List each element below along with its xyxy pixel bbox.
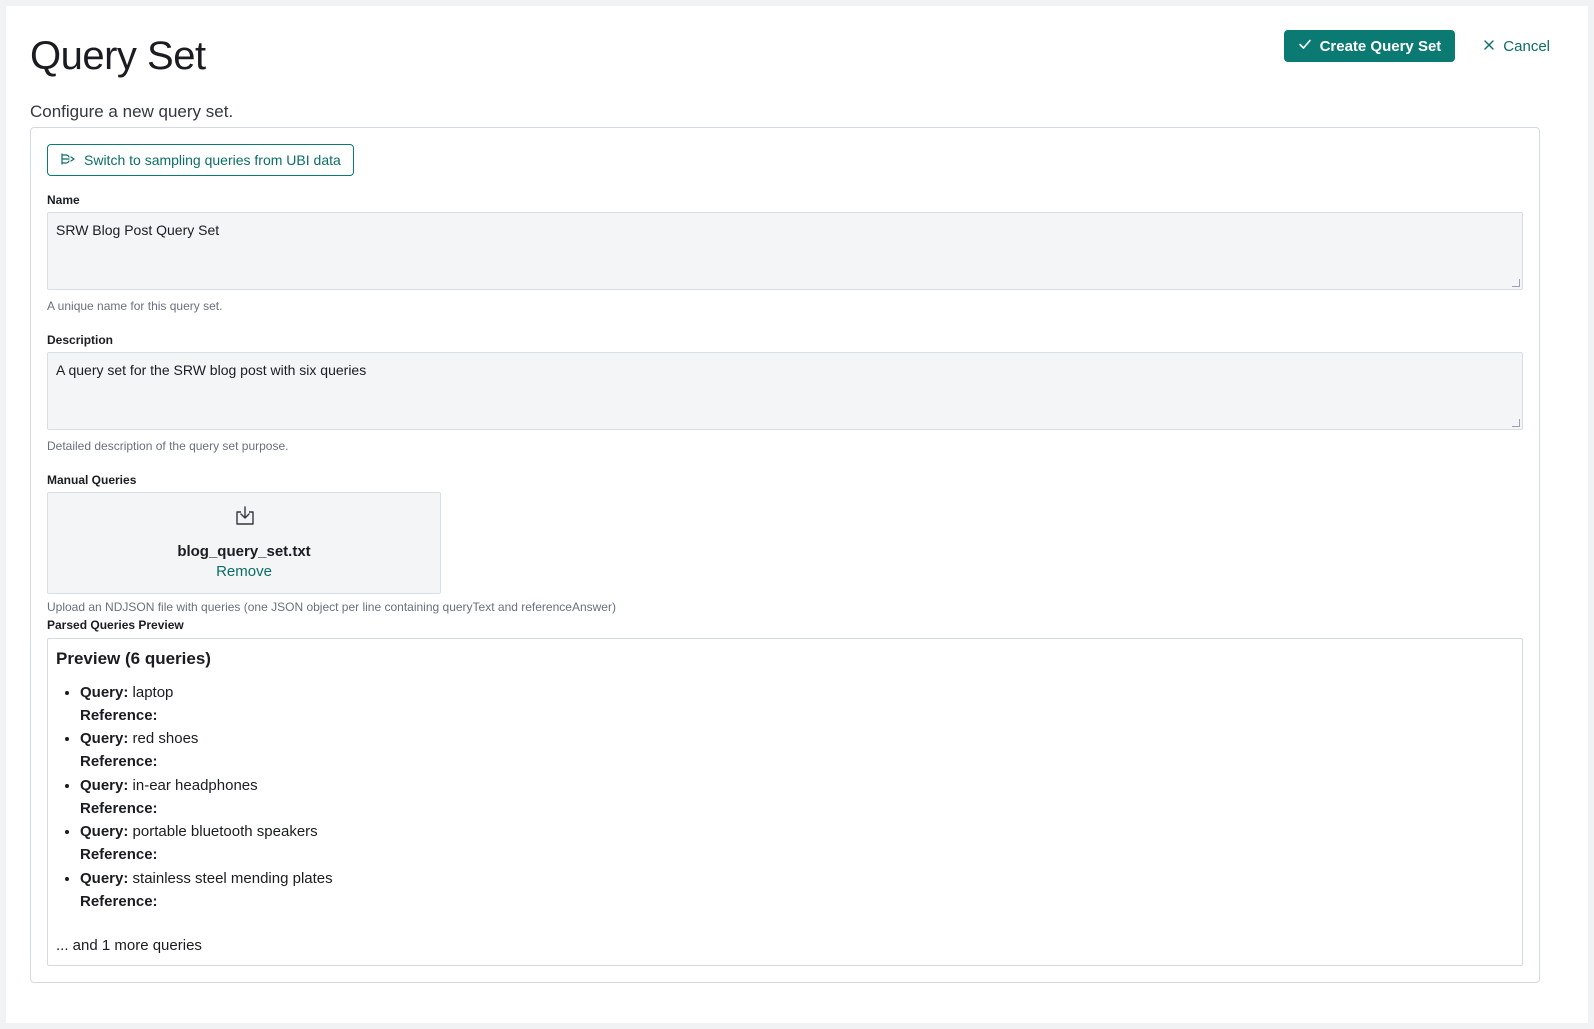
close-icon <box>1483 38 1495 55</box>
upload-help-text: Upload an NDJSON file with queries (one … <box>47 600 616 614</box>
name-label: Name <box>47 193 80 207</box>
create-query-set-button[interactable]: Create Query Set <box>1283 30 1456 62</box>
uploaded-file-name: blog_query_set.txt <box>177 543 311 560</box>
parsed-queries-preview: Preview (6 queries) Query: laptopReferen… <box>47 638 1523 966</box>
query-set-form-panel: Switch to sampling queries from UBI data… <box>30 127 1540 983</box>
file-dropzone[interactable]: blog_query_set.txt Remove <box>47 492 441 594</box>
list-item: Query: stainless steel mending platesRef… <box>80 867 656 913</box>
query-list: Query: laptopReference: Query: red shoes… <box>56 681 656 913</box>
list-item: Query: portable bluetooth speakersRefere… <box>80 820 656 866</box>
resize-handle[interactable] <box>1512 419 1520 427</box>
header-actions: Create Query Set Cancel <box>1283 30 1558 62</box>
manual-queries-label: Manual Queries <box>47 473 137 487</box>
list-item: Query: laptopReference: <box>80 681 656 727</box>
cancel-button[interactable]: Cancel <box>1475 30 1558 62</box>
description-help-text: Detailed description of the query set pu… <box>47 439 289 453</box>
preview-title: Preview (6 queries) <box>56 649 211 668</box>
page-subtitle: Configure a new query set. <box>30 102 234 121</box>
branch-icon <box>60 152 76 169</box>
name-value: SRW Blog Post Query Set <box>56 222 220 238</box>
more-queries-text: ... and 1 more queries <box>56 937 202 954</box>
description-label: Description <box>47 333 114 347</box>
parsed-queries-label: Parsed Queries Preview <box>47 618 184 632</box>
resize-handle[interactable] <box>1512 279 1520 287</box>
page-title: Query Set <box>30 34 206 78</box>
switch-to-ubi-sampling-button[interactable]: Switch to sampling queries from UBI data <box>47 144 354 176</box>
description-textarea[interactable]: A query set for the SRW blog post with s… <box>47 352 1523 430</box>
remove-file-link[interactable]: Remove <box>48 563 440 580</box>
list-item: Query: in-ear headphonesReference: <box>80 774 656 820</box>
cancel-label: Cancel <box>1503 37 1550 55</box>
description-value: A query set for the SRW blog post with s… <box>56 362 367 378</box>
switch-label: Switch to sampling queries from UBI data <box>84 152 341 168</box>
name-help-text: A unique name for this query set. <box>47 299 223 313</box>
query-set-page: Query Set Create Query Set Cancel Config… <box>6 6 1588 1023</box>
download-tray-icon <box>234 505 256 532</box>
list-item: Query: red shoesReference: <box>80 727 656 773</box>
name-textarea[interactable]: SRW Blog Post Query Set <box>47 212 1523 290</box>
check-icon <box>1298 37 1312 55</box>
create-query-set-label: Create Query Set <box>1319 37 1442 55</box>
